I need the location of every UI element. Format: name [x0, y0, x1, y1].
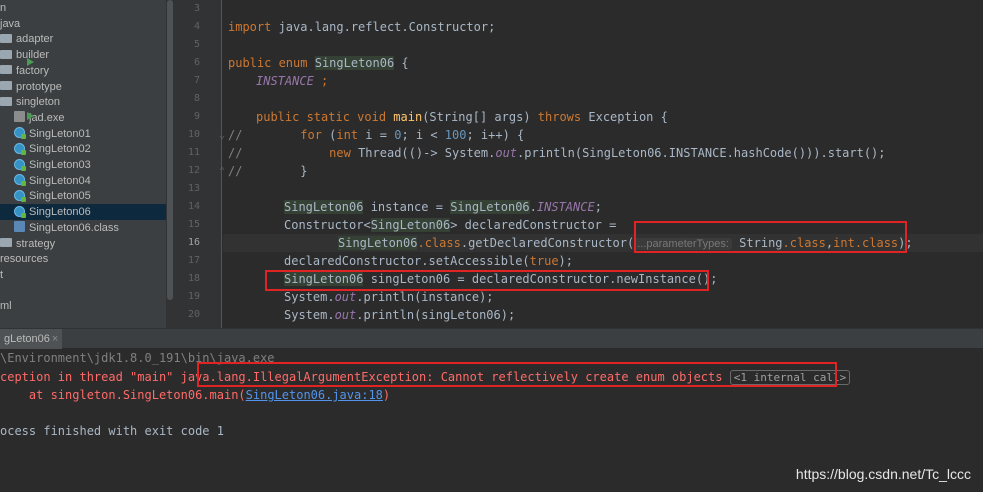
code-line-9: public static void main(String[] args) t… — [256, 110, 668, 124]
tree-item-label: SingLeton02 — [29, 143, 91, 156]
code-line-14: SingLeton06 instance = SingLeton06.INSTA… — [284, 200, 602, 214]
tree-item-label: SingLeton06.class — [29, 221, 119, 234]
tree-item-label: strategy — [16, 237, 56, 250]
tree-item-label: prototype — [16, 80, 62, 93]
line-number: 19 — [187, 291, 200, 302]
code-line-20: System.out.println(singLeton06); — [284, 308, 516, 322]
tree-item-label: java — [0, 17, 21, 30]
tree-item-label: resources — [0, 253, 49, 266]
class-file-icon — [14, 221, 25, 233]
folder-icon — [0, 65, 12, 75]
fold-marker-icon[interactable]: ⌃ — [219, 166, 225, 177]
tree-item-label: n — [0, 2, 7, 14]
tree-item-label: ml — [0, 300, 12, 313]
folder-icon — [0, 96, 12, 106]
java-class-icon — [14, 142, 26, 155]
console-exit-line: ocess finished with exit code 1 — [0, 424, 224, 438]
java-class-icon — [14, 189, 26, 202]
line-number: 4 — [193, 21, 200, 32]
line-number: 13 — [187, 183, 200, 194]
exe-file-icon — [14, 111, 25, 123]
java-class-icon — [14, 174, 26, 187]
tree-item[interactable]: SingLeton05 — [0, 188, 166, 204]
tree-item-label: singleton — [16, 96, 61, 109]
tree-item[interactable]: resources — [0, 251, 166, 267]
tree-item-label: SingLeton06 — [29, 206, 91, 219]
line-number: 17 — [187, 255, 200, 266]
tree-item-label: SingLeton04 — [29, 174, 91, 187]
tree-item[interactable]: singleton — [0, 94, 166, 110]
line-number: 9 — [193, 111, 200, 122]
run-tab[interactable]: gLeton06 × — [0, 329, 63, 349]
tree-item-label: factory — [16, 64, 50, 77]
tree-item[interactable]: builder — [0, 47, 166, 63]
line-number: 10 — [187, 129, 200, 140]
watermark: https://blog.csdn.net/Tc_lccc — [795, 466, 971, 482]
line-number: 3 — [193, 3, 200, 14]
run-class-icon[interactable] — [27, 58, 34, 66]
tree-item-label: SingLeton01 — [29, 127, 91, 140]
tree-item-label: SingLeton03 — [29, 159, 91, 171]
line-number: 14 — [187, 201, 200, 212]
tree-item[interactable]: adapter — [0, 31, 166, 47]
run-tab-bar: gLeton06 × — [0, 329, 983, 349]
code-line-15: Constructor<SingLeton06> declaredConstru… — [284, 218, 617, 232]
run-main-icon[interactable] — [27, 112, 34, 120]
folder-icon — [0, 33, 12, 43]
tree-item-label: SingLeton05 — [29, 190, 91, 203]
line-number: 11 — [187, 147, 200, 158]
code-line-10: // for (int i = 0; i < 100; i++) { — [228, 128, 525, 142]
project-tree-scrollbar-thumb[interactable] — [167, 0, 173, 300]
code-line-4: import java.lang.reflect.Constructor; — [228, 20, 496, 34]
line-number: 6 — [193, 57, 200, 68]
tree-item[interactable]: java — [0, 16, 166, 32]
line-number: 8 — [193, 93, 200, 104]
tree-item[interactable]: SingLeton06.class — [0, 220, 166, 236]
folder-icon — [0, 81, 12, 91]
fold-marker-icon[interactable]: ⌄ — [219, 130, 225, 141]
code-line-17: declaredConstructor.setAccessible(true); — [284, 254, 573, 268]
line-number: 7 — [193, 75, 200, 86]
line-number: 12 — [187, 165, 200, 176]
tree-item[interactable]: SingLeton02 — [0, 141, 166, 157]
console-stacktrace-line: at singleton.SingLeton06.main(SingLeton0… — [0, 388, 391, 402]
line-number: 15 — [187, 219, 200, 230]
tree-item[interactable]: t — [0, 267, 166, 283]
tree-item[interactable]: n — [0, 0, 166, 16]
line-number: 16 — [187, 237, 200, 248]
tree-item-label: adapter — [16, 33, 54, 46]
tree-item[interactable]: SingLeton03 — [0, 157, 166, 173]
folder-icon — [0, 238, 12, 248]
annotation-box-parameter-types — [634, 221, 907, 253]
code-line-6: public enum SingLeton06 { — [228, 56, 409, 70]
tree-item[interactable]: ml — [0, 298, 166, 314]
java-class-icon — [14, 158, 26, 171]
code-line-12: // } — [228, 164, 308, 178]
tree-item[interactable]: factory — [0, 63, 166, 79]
code-line-7: INSTANCE ; — [256, 74, 329, 88]
tree-item[interactable]: jad.exe — [0, 110, 166, 126]
project-tree[interactable]: n java adapter builder factory prototype singl… — [0, 0, 166, 328]
code-line-11: // new Thread(()-> System.out.println(Si… — [228, 146, 886, 160]
tree-item[interactable]: SingLeton06 — [0, 204, 166, 221]
java-class-icon — [14, 205, 26, 218]
editor-gutter: 3 4 5 6 7 8 9 10 11 12 13 14 15 16 17 18 19 20 — [174, 0, 222, 328]
tree-item[interactable] — [0, 283, 166, 299]
tree-item[interactable]: prototype — [0, 79, 166, 95]
folder-icon — [0, 49, 12, 59]
close-tab-icon[interactable]: × — [52, 333, 58, 345]
annotation-box-new-instance — [265, 270, 709, 291]
tree-item[interactable]: strategy — [0, 236, 166, 252]
tree-item-label: t — [0, 268, 4, 281]
tree-item[interactable]: SingLeton04 — [0, 173, 166, 189]
stacktrace-source-link[interactable]: SingLeton06.java:18 — [246, 388, 383, 402]
line-number: 18 — [187, 273, 200, 284]
tree-item-label: jad.exe — [29, 111, 65, 124]
line-number: 5 — [193, 39, 200, 50]
annotation-box-exception — [197, 362, 837, 387]
java-class-icon — [14, 127, 26, 140]
tree-item[interactable]: SingLeton01 — [0, 126, 166, 142]
line-number: 20 — [187, 309, 200, 320]
